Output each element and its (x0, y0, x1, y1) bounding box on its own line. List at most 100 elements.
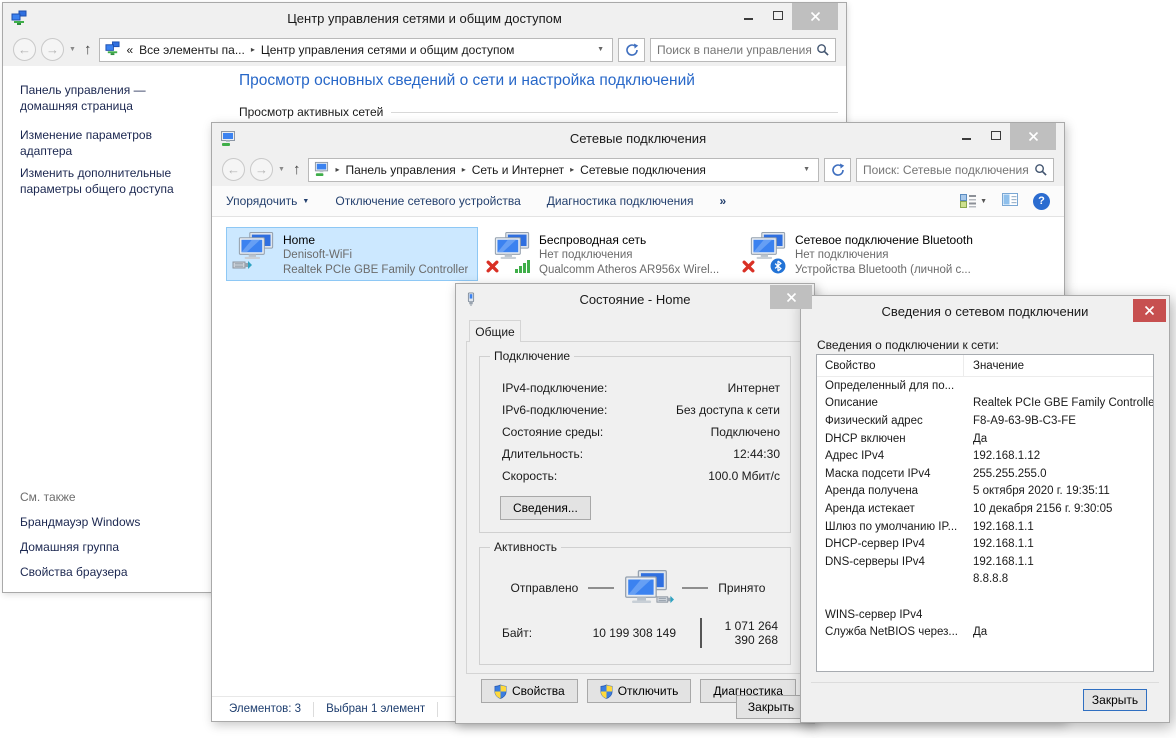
column-header-property[interactable]: Свойство (817, 355, 964, 376)
sidebar-item-advanced-sharing-settings[interactable]: Изменить дополнительные параметры общего… (20, 165, 196, 197)
details-button[interactable]: Сведения... (500, 496, 591, 520)
toolbar-overflow-button[interactable]: » (719, 194, 726, 208)
footer-separator (811, 682, 1159, 683)
close-button[interactable] (1133, 299, 1166, 322)
breadcrumb-item-network-connections[interactable]: Сетевые подключения (580, 163, 706, 177)
close-dialog-button[interactable]: Закрыть (736, 695, 806, 719)
breadcrumb-item[interactable]: Центр управления сетями и общим доступом (261, 43, 515, 57)
titlebar[interactable]: Сведения о сетевом подключении (801, 296, 1169, 326)
table-row[interactable]: WINS-сервер IPv4 (817, 606, 1153, 624)
disable-button[interactable]: Отключить (587, 679, 692, 703)
network-sharing-center-icon (11, 10, 27, 26)
sidebar-item-control-panel-home[interactable]: Панель управления — домашняя страница (20, 82, 196, 114)
sidebar-item-homegroup[interactable]: Домашняя группа (20, 540, 140, 554)
breadcrumb-item[interactable]: Все элементы па... (139, 43, 245, 57)
breadcrumb[interactable]: ▸ Панель управления ▸ Сеть и Интернет ▸ … (308, 158, 819, 182)
table-row[interactable]: ОписаниеRealtek PCIe GBE Family Controll… (817, 395, 1153, 413)
close-dialog-button[interactable]: Закрыть (1083, 689, 1147, 711)
close-button[interactable] (792, 3, 838, 30)
field-value: Интернет (728, 381, 780, 395)
field-label: Состояние среды: (496, 425, 603, 439)
maximize-button[interactable] (981, 123, 1010, 148)
change-view-button[interactable]: ▼ (960, 194, 987, 208)
breadcrumb-item-control-panel[interactable]: Панель управления (345, 163, 455, 177)
diagnose-connection-button[interactable]: Диагностика подключения (547, 194, 694, 208)
breadcrumb-dropdown-caret-icon[interactable]: ▼ (594, 46, 607, 53)
chevron-right-icon: ▸ (335, 165, 339, 174)
bytes-sent-value: 10 199 308 149 (560, 626, 676, 640)
details-table: Свойство Значение Определенный для по...… (816, 354, 1154, 672)
network-sharing-center-icon (105, 41, 120, 59)
properties-button[interactable]: Свойства (481, 679, 578, 703)
disable-device-button[interactable]: Отключение сетевого устройства (335, 194, 520, 208)
statusbar-divider (437, 702, 438, 717)
ethernet-plug-icon (656, 594, 674, 608)
organize-menu-button[interactable]: Упорядочить▼ (226, 194, 309, 208)
breadcrumb-dropdown-caret-icon[interactable]: ▼ (800, 166, 813, 173)
breadcrumb[interactable]: « Все элементы па... ▸ Центр управления … (99, 38, 613, 62)
table-row[interactable]: DHCP-сервер IPv4192.168.1.1 (817, 535, 1153, 553)
up-button[interactable]: ↑ (84, 41, 92, 58)
close-button[interactable] (1010, 123, 1056, 150)
chevron-right-icon: ▸ (462, 165, 466, 174)
breadcrumb-item-network-internet[interactable]: Сеть и Интернет (472, 163, 564, 177)
table-row[interactable]: Аренда истекает10 декабря 2156 г. 9:30:0… (817, 500, 1153, 518)
chevron-right-icon: ▸ (570, 165, 574, 174)
tasks-sidebar: Панель управления — домашняя страница Из… (3, 66, 215, 592)
breadcrumb-collapsed-chevron[interactable]: « (126, 43, 133, 57)
main-pane: Просмотр основных сведений о сети и наст… (239, 72, 838, 119)
maximize-button[interactable] (763, 3, 792, 28)
table-row[interactable]: Шлюз по умолчанию IP...192.168.1.1 (817, 518, 1153, 536)
search-box[interactable] (650, 38, 836, 62)
table-row[interactable]: 8.8.8.8 (817, 571, 1153, 589)
activity-dash (682, 587, 708, 589)
search-input[interactable] (657, 43, 816, 57)
table-row[interactable]: Аренда получена5 октября 2020 г. 19:35:1… (817, 483, 1153, 501)
forward-button[interactable]: → (41, 38, 64, 61)
up-button[interactable]: ↑ (293, 161, 301, 178)
help-button[interactable]: ? (1033, 193, 1050, 210)
details-subtitle: Сведения о подключении к сети: (817, 338, 999, 352)
table-row[interactable] (817, 588, 1153, 606)
connection-item-bluetooth[interactable]: Сетевое подключение Bluetooth Нет подклю… (738, 227, 990, 281)
table-row[interactable]: DNS-серверы IPv4192.168.1.1 (817, 553, 1153, 571)
connection-item-home[interactable]: Home Denisoft-WiFi Realtek PCIe GBE Fami… (226, 227, 478, 281)
minimize-button[interactable] (952, 123, 981, 148)
connection-device: Realtek PCIe GBE Family Controller (283, 263, 468, 277)
sidebar-item-windows-firewall[interactable]: Брандмауэр Windows (20, 515, 140, 529)
table-row[interactable]: Определенный для по... (817, 377, 1153, 395)
table-row[interactable]: DHCP включенДа (817, 430, 1153, 448)
search-input[interactable] (863, 163, 1034, 177)
forward-button[interactable]: → (250, 158, 273, 181)
search-box[interactable] (856, 158, 1054, 182)
field-value: Подключено (711, 425, 780, 439)
refresh-icon (625, 43, 639, 57)
minimize-button[interactable] (734, 3, 763, 28)
connection-item-wireless[interactable]: Беспроводная сеть Нет подключения Qualco… (482, 227, 734, 281)
recent-pages-caret-icon[interactable]: ▼ (278, 166, 285, 173)
sidebar-item-change-adapter-settings[interactable]: Изменение параметров адаптера (20, 127, 196, 159)
see-also-section: См. также Брандмауэр Windows Домашняя гр… (20, 490, 140, 590)
back-button[interactable]: ← (13, 38, 36, 61)
refresh-button[interactable] (618, 38, 645, 62)
sidebar-item-internet-options[interactable]: Свойства браузера (20, 565, 140, 579)
titlebar[interactable]: Центр управления сетями и общим доступом (3, 3, 846, 33)
connection-device: Устройства Bluetooth (личной с... (795, 263, 973, 277)
items-count: Элементов: 3 (229, 703, 301, 715)
table-row[interactable]: Маска подсети IPv4255.255.255.0 (817, 465, 1153, 483)
back-button[interactable]: ← (222, 158, 245, 181)
preview-pane-button[interactable] (1002, 193, 1018, 209)
column-header-value[interactable]: Значение (964, 355, 1024, 376)
titlebar[interactable]: Сетевые подключения (212, 123, 1064, 153)
recent-pages-caret-icon[interactable]: ▼ (69, 46, 76, 53)
field-value: 100.0 Мбит/с (708, 469, 780, 483)
table-row[interactable]: Адрес IPv4192.168.1.12 (817, 447, 1153, 465)
table-row[interactable]: Служба NetBIOS через...Да (817, 623, 1153, 641)
titlebar[interactable]: Состояние - Home (456, 284, 814, 314)
refresh-button[interactable] (824, 158, 851, 182)
tab-general[interactable]: Общие (469, 320, 521, 342)
table-row[interactable]: Физический адресF8-A9-63-9B-C3-FE (817, 412, 1153, 430)
close-button[interactable] (770, 285, 812, 309)
network-connection-details-dialog: Сведения о сетевом подключении Сведения … (800, 295, 1170, 723)
window-title: Центр управления сетями и общим доступом (3, 11, 846, 26)
